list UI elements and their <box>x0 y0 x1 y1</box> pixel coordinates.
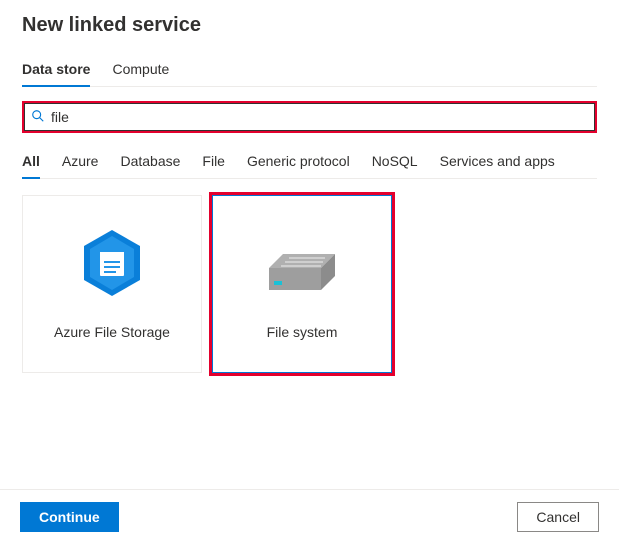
page-title: New linked service <box>22 14 597 37</box>
filter-all[interactable]: All <box>22 147 40 179</box>
tab-compute[interactable]: Compute <box>112 55 169 86</box>
card-label: Azure File Storage <box>54 324 170 340</box>
continue-button[interactable]: Continue <box>20 502 119 532</box>
filter-file[interactable]: File <box>202 147 225 178</box>
search-highlight <box>22 101 597 133</box>
footer: Continue Cancel <box>0 489 619 544</box>
card-file-system[interactable]: File system <box>212 195 392 373</box>
card-azure-file-storage[interactable]: Azure File Storage <box>22 195 202 373</box>
filter-generic-protocol[interactable]: Generic protocol <box>247 147 350 178</box>
file-system-icon <box>263 228 341 298</box>
source-tabs: Data store Compute <box>22 55 597 87</box>
filter-nosql[interactable]: NoSQL <box>372 147 418 178</box>
filter-services-apps[interactable]: Services and apps <box>440 147 555 178</box>
filter-tabs: All Azure Database File Generic protocol… <box>22 147 597 179</box>
search-box[interactable] <box>24 103 595 131</box>
filter-database[interactable]: Database <box>120 147 180 178</box>
filter-azure[interactable]: Azure <box>62 147 99 178</box>
card-label: File system <box>267 324 338 340</box>
cancel-button[interactable]: Cancel <box>517 502 599 532</box>
connector-grid: Azure File Storage File system <box>22 195 597 373</box>
search-input[interactable] <box>45 109 588 125</box>
search-icon <box>31 109 45 126</box>
tab-data-store[interactable]: Data store <box>22 55 90 87</box>
azure-file-storage-icon <box>80 228 144 298</box>
